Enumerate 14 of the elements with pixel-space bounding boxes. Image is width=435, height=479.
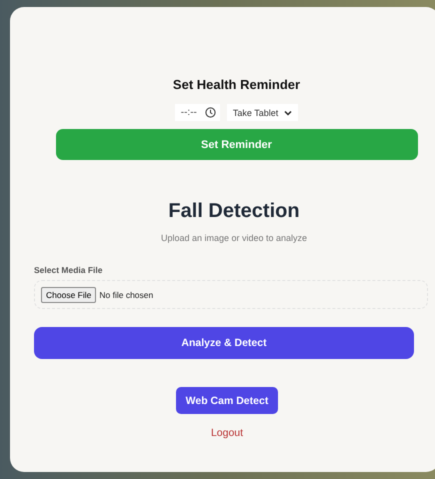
page-heading: Fall Detection bbox=[167, 200, 301, 223]
subtitle: Upload an image or video to analyze bbox=[160, 233, 308, 243]
file-status: No file chosen bbox=[99, 290, 154, 300]
section-title: Set Health Reminder bbox=[172, 77, 300, 92]
reminder-select[interactable]: Take Tablet bbox=[226, 104, 298, 121]
webcam-button[interactable]: Web Cam Detect bbox=[176, 387, 278, 414]
field-label: Select Media File bbox=[34, 265, 104, 275]
choose-file-button[interactable]: Choose File bbox=[41, 286, 96, 302]
analyze-button[interactable]: Analyze & Detect bbox=[34, 327, 414, 359]
time-field[interactable]: --:-- bbox=[174, 104, 220, 121]
logout-link[interactable]: Logout bbox=[210, 427, 244, 439]
clock-icon bbox=[204, 107, 216, 118]
file-field[interactable]: Choose File No file chosen bbox=[34, 280, 428, 309]
caret-icon bbox=[284, 110, 292, 116]
